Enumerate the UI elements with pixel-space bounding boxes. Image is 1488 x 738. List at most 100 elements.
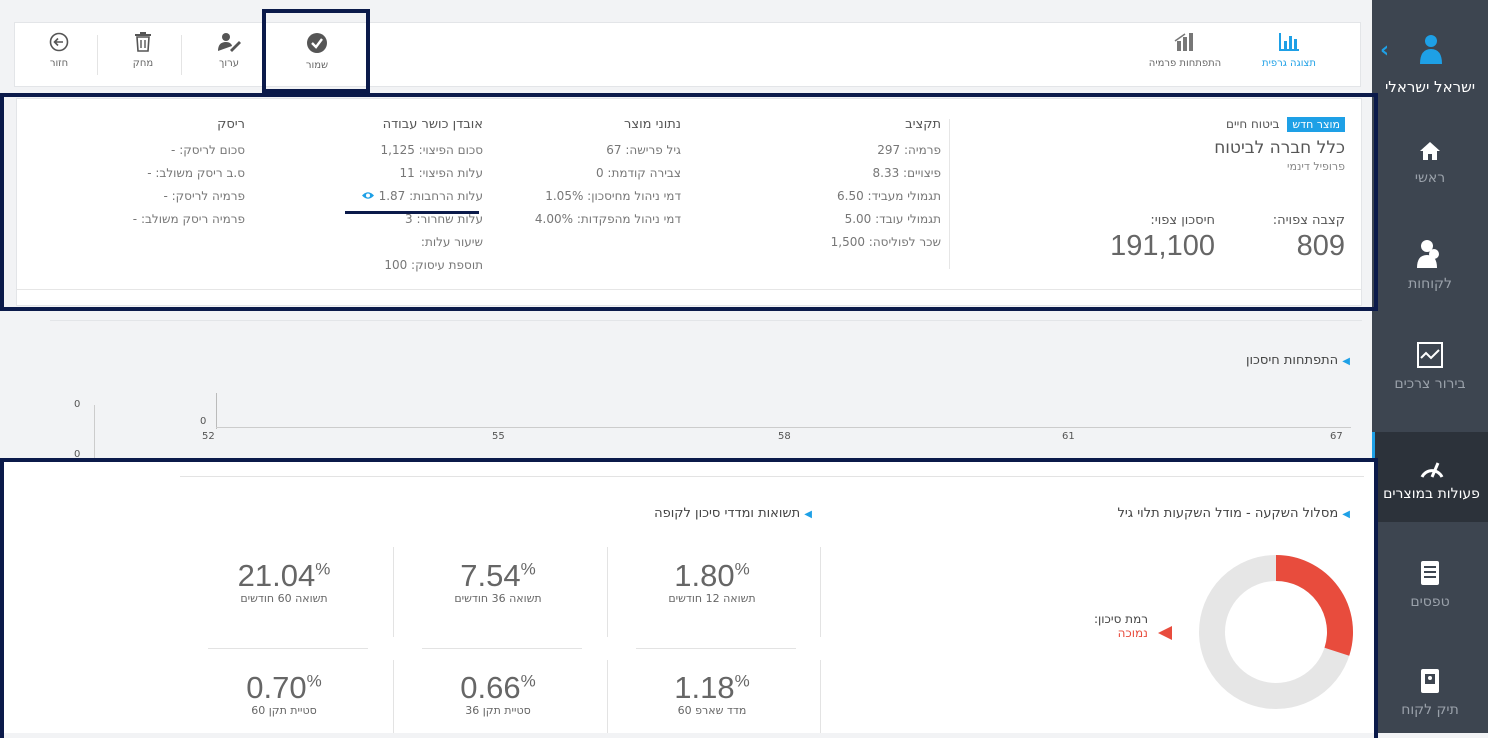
triangle-icon: ◀ xyxy=(1342,509,1350,520)
edit-button[interactable]: ערוך xyxy=(199,23,259,88)
clients-icon xyxy=(1372,238,1488,272)
new-product-badge: מוצר חדש xyxy=(1287,117,1345,132)
triangle-icon: ◀ xyxy=(804,509,812,520)
sidebar-item-label: בירור צרכים xyxy=(1394,376,1466,392)
delete-button[interactable]: מחק xyxy=(113,23,173,88)
risk-row: סכום לריסק: - xyxy=(171,143,245,157)
savings-chart-title: ◀ התפתחות חיסכון xyxy=(1246,353,1350,368)
metric-label: מדד שארפ 60 xyxy=(677,704,747,717)
returns-title: ◀ תשואות ומדדי סיכון לקופה xyxy=(654,506,812,521)
sidebar-item-needs[interactable]: בירור צרכים xyxy=(1372,342,1488,392)
sidebar-item-product-actions[interactable]: פעולות במוצרים xyxy=(1372,432,1488,522)
expected-pension: קצבה צפויה: 809 xyxy=(1255,213,1345,263)
metric-unit: % xyxy=(306,671,322,691)
sidebar-item-label: פעולות במוצרים xyxy=(1383,486,1480,502)
client-folder-icon xyxy=(1372,668,1488,698)
toolbar: חזור מחק ערוך שמור התפתחות פרמיה תצוגה ג… xyxy=(14,22,1361,87)
user-avatar-icon xyxy=(1419,34,1443,68)
premium-development-label: התפתחות פרמיה xyxy=(1148,58,1222,69)
budget-row: שכר לפוליסה: 1,500 xyxy=(830,235,941,249)
triangle-icon: ◀ xyxy=(1342,356,1350,367)
risk-row: ס.ב ריסק משולב: - xyxy=(147,166,245,180)
product-info-panel: מוצר חדש ביטוח חיים כלל חברה לביטוח פרופ… xyxy=(16,98,1362,306)
budget-row: תגמולי מעביד: 6.50 xyxy=(837,189,941,203)
disability-row: סכום הפיצוי: 1,125 xyxy=(380,143,484,157)
x-axis-tick: 52 xyxy=(202,431,215,442)
disability-row: שיעור עלות: xyxy=(420,235,483,249)
sidebar-item-client-folder[interactable]: תיק לקוח xyxy=(1372,668,1488,718)
graph-view-label: תצוגה גרפית xyxy=(1262,58,1316,69)
y-axis-tick: 0 xyxy=(74,399,81,410)
metric-value: 1.80 xyxy=(674,558,735,593)
sidebar-item-clients[interactable]: לקוחות xyxy=(1372,238,1488,292)
budget-column: תקציב פרמיה: 297 פיצויים: 8.33 תגמולי מע… xyxy=(771,117,941,254)
investment-title: ◀ מסלול השקעה - מודל השקעות תלוי גיל xyxy=(1117,506,1350,521)
profile-name: פרופיל דינמי xyxy=(1287,160,1345,173)
metric-return-36: 7.54% תשואה 36 חודשים xyxy=(398,558,598,605)
metric-sharpe-60: 1.18% מדד שארפ 60 xyxy=(612,670,812,717)
budget-row: פיצויים: 8.33 xyxy=(872,166,941,180)
donut-risk-segment xyxy=(1275,555,1353,656)
save-button[interactable]: שמור xyxy=(287,23,347,88)
risk-level: רמת סיכון: נמוכה xyxy=(1088,612,1148,640)
x-axis-tick: 67 xyxy=(1330,431,1343,442)
budget-row: תגמולי עובד: 5.00 xyxy=(844,212,941,226)
product-data-column: נתוני מוצר גיל פרישה: 67 צבירה קודמת: 0 … xyxy=(481,117,681,231)
expected-savings-value: 191,100 xyxy=(1110,230,1215,262)
user-menu[interactable]: ‹ ישראל ישראלי xyxy=(1372,12,1488,102)
edit-label: ערוך xyxy=(219,58,239,69)
returns-title-text: תשואות ומדדי סיכון לקופה xyxy=(654,506,801,521)
back-arrow-icon xyxy=(49,32,69,52)
graph-view-button[interactable]: תצוגה גרפית xyxy=(1249,23,1329,88)
metric-label: סטיית תקן 36 xyxy=(465,704,531,717)
metric-unit: % xyxy=(520,559,536,579)
gauge-icon xyxy=(1375,458,1488,482)
expected-savings: חיסכון צפוי: 191,100 xyxy=(1065,213,1215,263)
product-data-row: צבירה קודמת: 0 xyxy=(595,166,681,180)
metric-value: 7.54 xyxy=(460,558,521,593)
forms-icon xyxy=(1372,560,1488,590)
metric-value: 1.18 xyxy=(674,670,735,705)
disability-column: אובדן כושר עבודה סכום הפיצוי: 1,125 עלות… xyxy=(283,117,483,277)
metric-value: 0.70 xyxy=(246,670,307,705)
company-name: כלל חברה לביטוח xyxy=(1214,138,1345,158)
chevron-left-icon[interactable]: ‹ xyxy=(1380,38,1389,63)
investment-title-text: מסלול השקעה - מודל השקעות תלוי גיל xyxy=(1117,506,1339,521)
metric-label: סטיית תקן 60 xyxy=(251,704,317,717)
investment-panel: ◀ מסלול השקעה - מודל השקעות תלוי גיל ◀ ת… xyxy=(0,462,1378,733)
y-axis-tick: 0 xyxy=(200,416,207,427)
metric-unit: % xyxy=(315,559,331,579)
product-summary: מוצר חדש ביטוח חיים כלל חברה לביטוח פרופ… xyxy=(965,117,1345,262)
product-data-row: גיל פרישה: 67 xyxy=(606,143,681,157)
disability-row: תוספת עיסוק: 100 xyxy=(384,258,483,272)
back-button[interactable]: חזור xyxy=(29,23,89,88)
metric-stdev-60: 0.70% סטיית תקן 60 xyxy=(184,670,384,717)
risk-donut-chart xyxy=(1199,555,1353,709)
metric-stdev-36: 0.66% סטיית תקן 36 xyxy=(398,670,598,717)
bar-chart-icon xyxy=(1279,33,1299,51)
check-circle-icon xyxy=(307,33,327,53)
premium-development-button[interactable]: התפתחות פרמיה xyxy=(1145,23,1225,88)
metric-unit: % xyxy=(734,559,750,579)
sidebar-item-label: ראשי xyxy=(1414,170,1446,186)
home-icon xyxy=(1372,140,1488,166)
risk-title: ריסק xyxy=(217,117,245,132)
budget-title: תקציב xyxy=(905,117,941,132)
sidebar-item-home[interactable]: ראשי xyxy=(1372,140,1488,186)
user-name: ישראל ישראלי xyxy=(1384,78,1476,96)
risk-row: פרמיה לריסק: - xyxy=(163,189,245,203)
savings-development-chart: ◀ התפתחות חיסכון 0 0 0 52 55 58 61 67 xyxy=(50,320,1362,475)
x-axis-tick: 55 xyxy=(492,431,505,442)
risk-level-value: נמוכה xyxy=(1117,626,1148,640)
product-data-row: דמי ניהול מחיסכון: 1.05% xyxy=(545,189,681,203)
eye-icon[interactable] xyxy=(361,189,375,203)
metric-value: 21.04 xyxy=(237,558,316,593)
expected-pension-label: קצבה צפויה: xyxy=(1272,213,1345,228)
needs-chart-icon xyxy=(1372,342,1488,372)
metric-return-60: 21.04% תשואה 60 חודשים xyxy=(184,558,384,605)
sidebar-item-forms[interactable]: טפסים xyxy=(1372,560,1488,610)
product-data-title: נתוני מוצר xyxy=(624,117,681,132)
delete-label: מחק xyxy=(132,58,154,69)
product-type: ביטוח חיים xyxy=(1225,117,1280,131)
risk-column: ריסק סכום לריסק: - ס.ב ריסק משולב: - פרמ… xyxy=(45,117,245,231)
